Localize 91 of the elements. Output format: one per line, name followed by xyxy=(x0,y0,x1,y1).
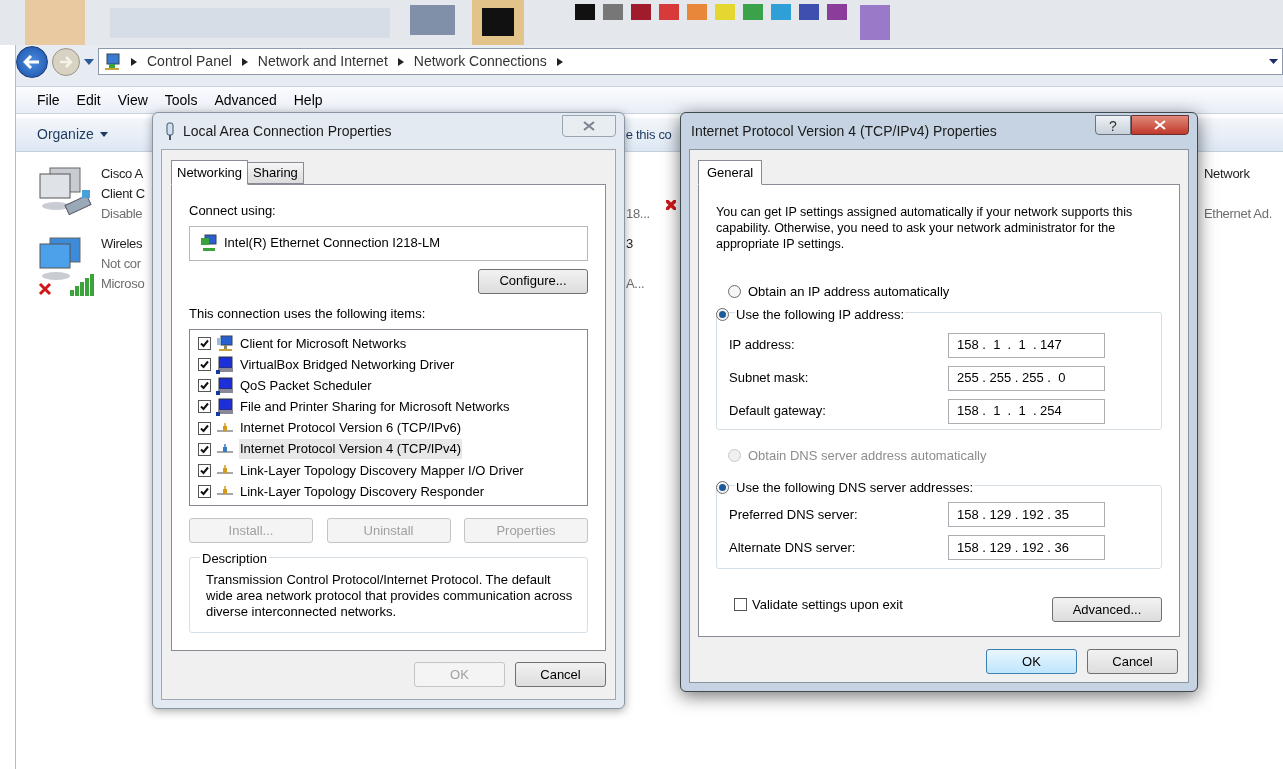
field-label: Preferred DNS server: xyxy=(729,505,859,524)
checkbox[interactable] xyxy=(198,442,211,456)
checkbox[interactable] xyxy=(198,337,211,351)
connection-status: Not cor xyxy=(101,255,142,273)
description-text: Transmission Control Protocol/Internet Protocol. The default wide area network protocol that provides communication across diverse interconnected networks. xyxy=(206,572,574,620)
connection-name: Network xyxy=(1204,165,1251,183)
network-adapter-icon xyxy=(200,234,218,252)
connection-device: 18... xyxy=(626,205,650,223)
menu-item[interactable]: Help xyxy=(293,89,323,111)
toolbar-item[interactable]: e this co xyxy=(625,124,672,145)
list-item[interactable]: Link-Layer Topology Discovery Responder xyxy=(239,481,485,502)
dialog-button[interactable]: Cancel xyxy=(1087,649,1178,674)
arrow-right-icon xyxy=(59,55,73,68)
field-label: Default gateway: xyxy=(729,402,827,421)
menu-item[interactable]: Advanced xyxy=(214,89,277,111)
checkbox[interactable] xyxy=(734,598,747,612)
arrow-left-icon xyxy=(23,54,41,69)
dialog-button[interactable]: Cancel xyxy=(515,662,606,687)
address-bar[interactable]: Control Panel Network and Internet Network Connections xyxy=(98,48,1283,75)
tab[interactable]: Sharing xyxy=(248,162,304,184)
list-item[interactable]: QoS Packet Scheduler xyxy=(239,376,373,396)
breadcrumb[interactable]: Control Panel xyxy=(147,51,232,72)
computer-icon xyxy=(216,397,234,416)
breadcrumb[interactable]: Network and Internet xyxy=(257,51,388,72)
list-item[interactable]: File and Printer Sharing for Microsoft Networks xyxy=(239,397,511,417)
close-icon xyxy=(1154,120,1166,130)
radio-button[interactable] xyxy=(728,285,741,299)
field-label: IP address: xyxy=(729,336,796,355)
ip-address-field[interactable]: 158 . 1 . 1 . 254 xyxy=(948,398,1105,424)
checkbox-label: Validate settings upon exit xyxy=(752,595,903,614)
ip-address-field[interactable]: 158 . 129 . 192 . 36 xyxy=(948,535,1105,560)
dropdown-icon[interactable] xyxy=(84,58,94,65)
dialog-button[interactable]: Configure... xyxy=(478,268,588,294)
close-icon xyxy=(583,121,595,131)
dialog-button[interactable]: Advanced... xyxy=(1052,597,1162,623)
computer-icon xyxy=(216,376,234,395)
checkbox[interactable] xyxy=(198,400,211,414)
ip-address-field[interactable]: 158 . 1 . 1 . 147 xyxy=(948,332,1105,358)
window-title: Internet Protocol Version 4 (TCP/IPv4) Properties xyxy=(691,121,998,141)
menu-item[interactable]: Tools xyxy=(164,89,198,111)
menu-item[interactable]: View xyxy=(117,89,148,111)
list-item[interactable]: Client for Microsoft Networks xyxy=(239,333,408,354)
adapter-field: Intel(R) Ethernet Connection I218-LM xyxy=(189,225,588,261)
caret-icon xyxy=(99,132,108,137)
connection-name: Wireles xyxy=(101,235,144,253)
chevron-icon xyxy=(241,57,248,66)
radio-button[interactable] xyxy=(716,307,729,321)
close-button[interactable] xyxy=(1131,115,1189,135)
dialog-button[interactable]: OK xyxy=(986,649,1077,674)
ip-address-field[interactable]: 158 . 129 . 192 . 35 xyxy=(948,502,1105,527)
connection-name: Cisco A xyxy=(101,165,144,183)
network-cable-icon xyxy=(165,122,175,140)
computer-icon xyxy=(216,355,234,374)
checkbox[interactable] xyxy=(198,379,211,393)
chevron-icon xyxy=(397,57,404,66)
organize-button[interactable]: Organize xyxy=(37,124,108,145)
tab[interactable]: General xyxy=(698,160,763,185)
list-item[interactable]: Internet Protocol Version 6 (TCP/IPv6) xyxy=(239,418,463,438)
back-button[interactable] xyxy=(16,45,48,78)
checkbox[interactable] xyxy=(198,358,211,372)
list-item[interactable]: Link-Layer Topology Discovery Mapper I/O Driver xyxy=(239,460,525,481)
connection-status: Disable xyxy=(101,205,144,223)
checkbox[interactable] xyxy=(198,463,211,477)
list-item[interactable]: VirtualBox Bridged Networking Driver xyxy=(239,354,456,375)
menu-item[interactable]: Edit xyxy=(76,89,101,111)
breadcrumb[interactable]: Network Connections xyxy=(413,51,547,72)
connection-device: Ethernet Ad. xyxy=(1204,205,1272,223)
help-button[interactable]: ? xyxy=(1095,115,1131,135)
chevron-icon xyxy=(556,57,563,66)
connection-device: Microso xyxy=(101,275,145,293)
connection-name: Client C xyxy=(101,185,145,203)
tab[interactable]: Networking xyxy=(171,160,249,185)
section-label: Connect using: xyxy=(189,202,277,220)
connection-device: A... xyxy=(626,275,645,293)
network-icon xyxy=(103,52,121,71)
error-icon xyxy=(666,200,676,210)
checkbox[interactable] xyxy=(198,484,211,498)
field-label: Alternate DNS server: xyxy=(729,538,857,557)
checkbox[interactable] xyxy=(198,421,211,435)
dropdown-icon[interactable] xyxy=(1269,59,1278,64)
chevron-icon xyxy=(131,57,137,66)
list-item[interactable]: Internet Protocol Version 4 (TCP/IPv4) xyxy=(239,439,463,459)
client-network-icon xyxy=(216,334,234,353)
intro-text: You can get IP settings assigned automatically if your network supports this capability. Otherwise, you need to ask your network administrator for the appropriate IP settings. xyxy=(716,204,1134,252)
ip-address-field[interactable]: 255 . 255 . 255 . 0 xyxy=(948,365,1105,391)
field-label: Subnet mask: xyxy=(729,369,810,388)
connection-name: 3 xyxy=(626,235,634,253)
menu-item[interactable]: File xyxy=(37,89,60,111)
section-label: This connection uses the following items: xyxy=(189,304,427,323)
radio-button[interactable] xyxy=(716,481,729,495)
window-title: Local Area Connection Properties xyxy=(183,121,393,141)
